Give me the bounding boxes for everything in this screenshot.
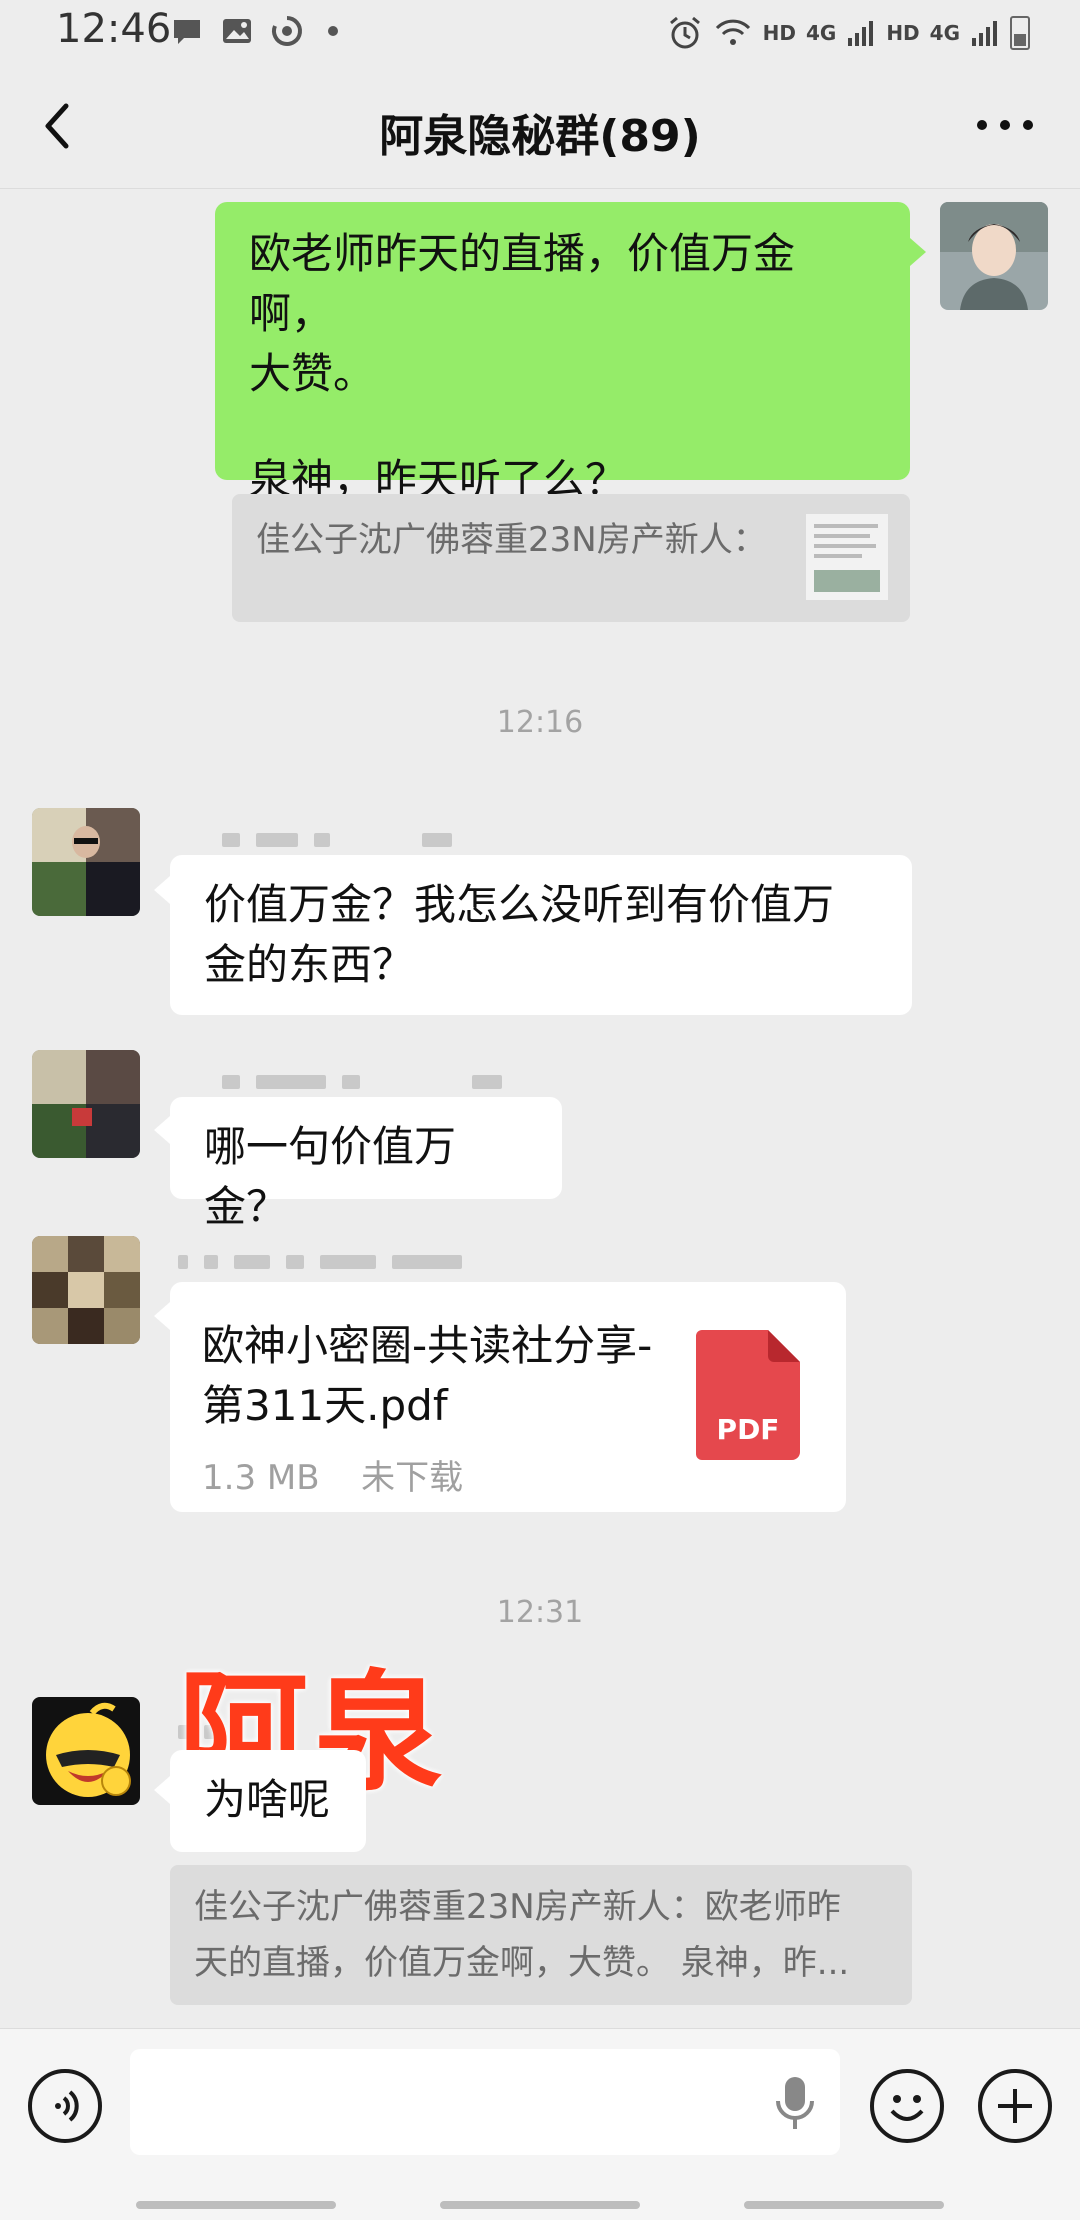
voice-toggle-button[interactable] — [28, 2069, 102, 2143]
file-size: 1.3 MB — [202, 1458, 320, 1498]
timestamp: 12:16 — [496, 705, 584, 740]
bubble-tail — [154, 1116, 170, 1144]
file-name: 欧神小密圈-共读社分享- 第311天.pdf — [202, 1316, 652, 1436]
signal-icon-1 — [848, 21, 874, 46]
quote-text-line: 佳公子沈广佛蓉重23N房产新人：欧老师昨 — [194, 1887, 841, 1927]
status-right-group: HD 4G HD 4G — [667, 10, 1030, 56]
dot-indicator-icon — [328, 26, 338, 36]
pdf-label: PDF — [716, 1413, 780, 1446]
chat-header: 阿泉隐秘群(89) — [0, 70, 1080, 189]
my-avatar[interactable] — [940, 202, 1048, 310]
file-download-status: 未下载 — [361, 1458, 464, 1498]
quote-thumbnail — [806, 514, 888, 600]
message-text: 哪一句价值万金？ — [204, 1122, 457, 1231]
status-bar: 12:46 HD 4G HD 4G — [0, 0, 1080, 70]
nav-gesture-bar[interactable] — [136, 2201, 336, 2209]
my-message-bubble[interactable]: 欧老师昨天的直播，价值万金啊， 大赞。 泉神，昨天听了么？ — [215, 202, 910, 504]
message-text-line: 金的东西？ — [204, 940, 415, 989]
message-bubble[interactable]: 哪一句价值万金？ — [170, 1097, 562, 1231]
chat-input-bar — [0, 2028, 1080, 2220]
gallery-notification-icon — [223, 19, 251, 43]
file-meta: 1.3 MB 未下载 — [202, 1448, 463, 1508]
sender-avatar[interactable] — [32, 1697, 140, 1805]
message-text: 为啥呢 — [204, 1775, 331, 1824]
timestamp: 12:31 — [496, 1595, 584, 1630]
bubble-tail — [154, 1776, 170, 1804]
hd-label-1: HD — [762, 21, 796, 45]
battery-icon — [1010, 16, 1030, 50]
message-text-line: 大赞。 — [249, 349, 376, 398]
nav-gesture-bar[interactable] — [744, 2201, 944, 2209]
bubble-tail — [910, 238, 926, 266]
status-time: 12:46 — [56, 6, 172, 52]
add-icon — [998, 2089, 1032, 2123]
add-attachment-button[interactable] — [978, 2069, 1052, 2143]
mic-icon[interactable] — [770, 2073, 820, 2133]
file-name-line: 欧神小密圈-共读社分享- — [202, 1321, 653, 1370]
sender-name-blurred — [222, 830, 452, 850]
network-label-1: 4G — [805, 21, 837, 45]
wifi-icon — [715, 19, 750, 45]
bubble-tail — [154, 876, 170, 904]
pdf-file-icon: PDF — [696, 1330, 800, 1460]
more-options-button[interactable] — [970, 100, 1040, 150]
emoji-icon — [890, 2095, 924, 2121]
sender-avatar[interactable] — [32, 808, 140, 916]
signal-icon-2 — [972, 21, 997, 46]
sender-avatar[interactable] — [32, 1050, 140, 1158]
message-bubble[interactable]: 价值万金？我怎么没听到有价值万 金的东西？ — [170, 855, 912, 1015]
alarm-icon — [669, 16, 700, 49]
emoji-button[interactable] — [870, 2069, 944, 2143]
quote-text: 佳公子沈广佛蓉重23N房产新人： — [256, 520, 767, 560]
bubble-tail — [154, 1302, 170, 1330]
nav-gesture-bar[interactable] — [440, 2201, 640, 2209]
message-input[interactable] — [130, 2049, 840, 2155]
file-message-card[interactable]: 欧神小密圈-共读社分享- 第311天.pdf 1.3 MB 未下载 PDF — [170, 1282, 846, 1512]
voice-icon — [55, 2090, 79, 2122]
chat-screen: 12:46 HD 4G HD 4G 阿泉隐秘群(89) 欧老师昨天的直播，价值万… — [0, 0, 1080, 2220]
quoted-message[interactable]: 佳公子沈广佛蓉重23N房产新人：欧老师昨 天的直播，价值万金啊，大赞。 泉神，昨… — [170, 1865, 912, 2005]
file-name-line: 第311天.pdf — [202, 1381, 448, 1430]
hd-label-2: HD — [886, 21, 920, 45]
quoted-message[interactable]: 佳公子沈广佛蓉重23N房产新人： — [232, 494, 910, 622]
sender-name-blurred — [178, 1252, 462, 1272]
message-text-line: 价值万金？我怎么没听到有价值万 — [204, 880, 835, 929]
message-bubble[interactable]: 为啥呢 — [170, 1750, 366, 1852]
message-text-line: 欧老师昨天的直播，价值万金啊， — [249, 229, 796, 338]
sync-notification-icon — [272, 16, 302, 46]
sender-name-blurred — [222, 1072, 502, 1092]
quote-text-line: 天的直播，价值万金啊，大赞。 泉神，昨... — [194, 1943, 850, 1983]
chat-title: 阿泉隐秘群(89) — [379, 111, 701, 162]
network-label-2: 4G — [929, 21, 960, 45]
message-notification-icon — [174, 20, 200, 44]
sender-avatar[interactable] — [32, 1236, 140, 1344]
